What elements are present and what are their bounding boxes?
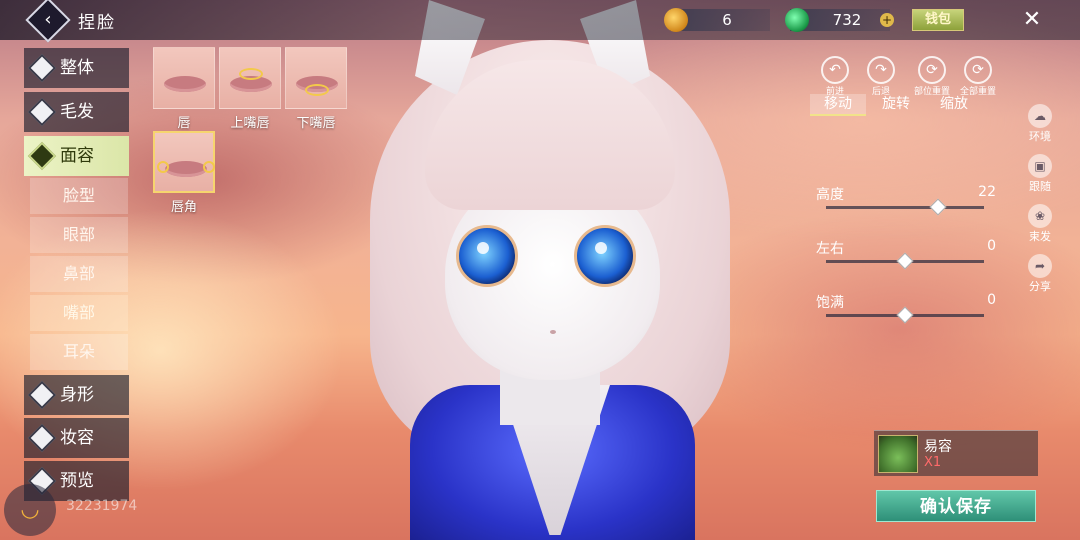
- transform-mode-tabs: 移动 旋转 缩放: [808, 94, 1008, 116]
- gold-amount: 6: [722, 11, 732, 29]
- submenu-nose[interactable]: 鼻部: [30, 256, 128, 292]
- hair-icon: [27, 97, 57, 127]
- tab-move[interactable]: 移动: [810, 94, 866, 116]
- menu-item-label: 面容: [60, 146, 94, 166]
- horizontal-slider-label: 左右: [816, 241, 844, 257]
- lip-thumbnail: [153, 47, 215, 109]
- menu-item-label: 毛发: [60, 102, 94, 122]
- wifi-icon: ◡: [4, 484, 56, 536]
- part-reset-button[interactable]: ⟳ 部位重置: [912, 56, 952, 97]
- lip-thumbnail: [153, 131, 215, 193]
- menu-item-figure[interactable]: 身形: [24, 375, 129, 415]
- side-tool-label: 分享: [1029, 280, 1051, 293]
- redo-button[interactable]: ↷ 后退: [866, 56, 896, 97]
- jade-coin-icon: [785, 8, 809, 32]
- undo-button[interactable]: ↶ 前进: [820, 56, 850, 97]
- share-icon: ➦: [1028, 254, 1052, 278]
- lip-option-label: 上嘴唇: [230, 116, 270, 131]
- gold-coin-icon: [664, 8, 688, 32]
- add-currency-plus-icon[interactable]: +: [880, 13, 894, 27]
- cost-item-card: 易容 X1: [874, 430, 1038, 476]
- lip-thumbnail: [285, 47, 347, 109]
- fullness-slider-value: 0: [987, 292, 996, 308]
- lip-option-lips[interactable]: 唇: [153, 47, 215, 131]
- menu-item-label: 妆容: [60, 428, 94, 448]
- side-tool-label: 环境: [1029, 130, 1051, 143]
- camera-follow-button[interactable]: ▣ 跟随: [1024, 154, 1056, 194]
- lip-option-lip-corner[interactable]: 唇角: [153, 131, 215, 215]
- character-eye-right: [574, 225, 636, 287]
- body-icon: [27, 53, 57, 83]
- camera-follow-icon: ▣: [1028, 154, 1052, 178]
- environment-button[interactable]: ☁ 环境: [1024, 104, 1056, 144]
- menu-item-face[interactable]: 面容: [24, 136, 129, 176]
- back-arrow-icon: ‹: [44, 9, 52, 30]
- all-reset-button[interactable]: ⟳ 全部重置: [958, 56, 998, 97]
- hair-tie-icon: ❀: [1028, 204, 1052, 228]
- undo-icon: ↶: [821, 56, 849, 84]
- close-icon[interactable]: ✕: [1018, 6, 1046, 34]
- face-icon: [27, 141, 57, 171]
- height-slider-knob[interactable]: [929, 198, 947, 216]
- menu-item-overall[interactable]: 整体: [24, 48, 129, 88]
- lip-thumbnail: [219, 47, 281, 109]
- height-slider-label: 高度: [816, 187, 844, 203]
- submenu-eyes[interactable]: 眼部: [30, 217, 128, 253]
- environment-icon: ☁: [1028, 104, 1052, 128]
- hair-tie-button[interactable]: ❀ 束发: [1024, 204, 1056, 244]
- share-button[interactable]: ➦ 分享: [1024, 254, 1056, 294]
- tab-scale[interactable]: 缩放: [926, 94, 982, 114]
- fullness-slider-label: 饱满: [816, 295, 844, 311]
- wallet-button[interactable]: 钱包: [912, 9, 964, 31]
- tab-rotate[interactable]: 旋转: [868, 94, 924, 114]
- user-id: 32231974: [66, 498, 138, 514]
- horizontal-slider-knob[interactable]: [896, 252, 914, 270]
- menu-item-label: 整体: [60, 58, 94, 78]
- horizontal-slider-value: 0: [987, 238, 996, 254]
- part-reset-icon: ⟳: [918, 56, 946, 84]
- submenu-ears[interactable]: 耳朵: [30, 334, 128, 370]
- height-slider-track[interactable]: [826, 206, 984, 209]
- character-mouth: [550, 330, 556, 334]
- submenu-mouth[interactable]: 嘴部: [30, 295, 128, 331]
- submenu-face-shape[interactable]: 脸型: [30, 178, 128, 214]
- lip-option-label: 唇: [177, 116, 191, 131]
- figure-icon: [27, 380, 57, 410]
- height-slider-value: 22: [978, 184, 996, 200]
- lip-option-label: 唇角: [170, 200, 197, 215]
- item-count: X1: [924, 455, 942, 470]
- jade-amount: 732: [832, 11, 862, 29]
- menu-item-label: 身形: [60, 385, 94, 405]
- item-name: 易容: [924, 439, 952, 455]
- menu-item-hair[interactable]: 毛发: [24, 92, 129, 132]
- menu-item-label: 预览: [60, 471, 94, 491]
- all-reset-icon: ⟳: [964, 56, 992, 84]
- menu-item-makeup[interactable]: 妆容: [24, 418, 129, 458]
- lip-option-lower-lip[interactable]: 下嘴唇: [285, 47, 347, 131]
- redo-icon: ↷: [867, 56, 895, 84]
- confirm-save-button[interactable]: 确认保存: [876, 490, 1036, 522]
- makeover-item-icon: [878, 435, 918, 473]
- page-title: 捏脸: [78, 13, 116, 33]
- character-model[interactable]: [350, 0, 750, 540]
- lip-option-upper-lip[interactable]: 上嘴唇: [219, 47, 281, 131]
- side-tool-label: 跟随: [1029, 180, 1051, 193]
- fullness-slider-knob[interactable]: [896, 306, 914, 324]
- side-tool-label: 束发: [1029, 230, 1051, 243]
- character-eye-left: [456, 225, 518, 287]
- lip-option-label: 下嘴唇: [296, 116, 336, 131]
- makeup-icon: [27, 423, 57, 453]
